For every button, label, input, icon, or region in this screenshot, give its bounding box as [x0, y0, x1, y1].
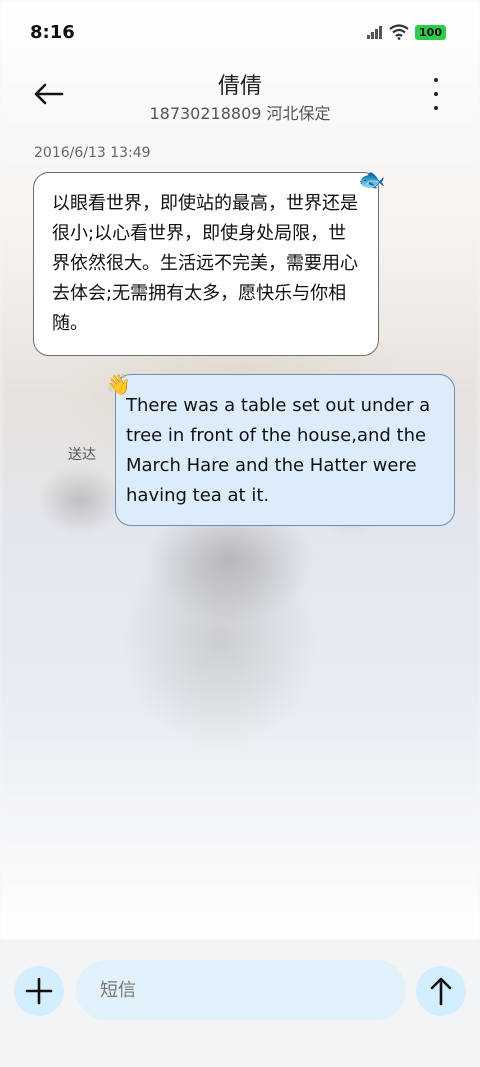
delivery-status: 送达: [68, 447, 96, 463]
wifi-icon: [389, 24, 409, 40]
add-attachment-button[interactable]: [14, 966, 64, 1016]
outgoing-message-bubble[interactable]: There was a table set out under a tree i…: [115, 374, 455, 526]
message-input[interactable]: [76, 960, 406, 1020]
contact-detail: 18730218809 河北保定: [149, 104, 331, 123]
plus-icon: [25, 977, 53, 1005]
battery-icon: 100: [415, 24, 446, 40]
composer-bar: [0, 940, 480, 1067]
waving-hand-icon: 👋: [106, 372, 131, 396]
more-options-button[interactable]: [428, 78, 444, 110]
incoming-message-bubble[interactable]: 以眼看世界，即使站的最高，世界还是很小;以心看世界，即使身处局限，世界依然很大。…: [33, 172, 379, 356]
message-timestamp: 2016/6/13 13:49: [34, 145, 151, 161]
status-time: 8:16: [30, 22, 75, 43]
status-icons: 100: [367, 24, 446, 40]
conversation-header: 倩倩 18730218809 河北保定: [0, 64, 480, 134]
more-dot: [434, 106, 438, 110]
contact-name: 倩倩: [217, 74, 262, 99]
more-dot: [434, 92, 438, 96]
fish-icon: 🐟: [358, 168, 386, 193]
more-dot: [434, 78, 438, 82]
signal-icon: [367, 25, 383, 39]
status-bar: 8:16 100: [0, 0, 480, 64]
arrow-up-icon: [430, 977, 452, 1006]
send-button[interactable]: [416, 966, 466, 1016]
